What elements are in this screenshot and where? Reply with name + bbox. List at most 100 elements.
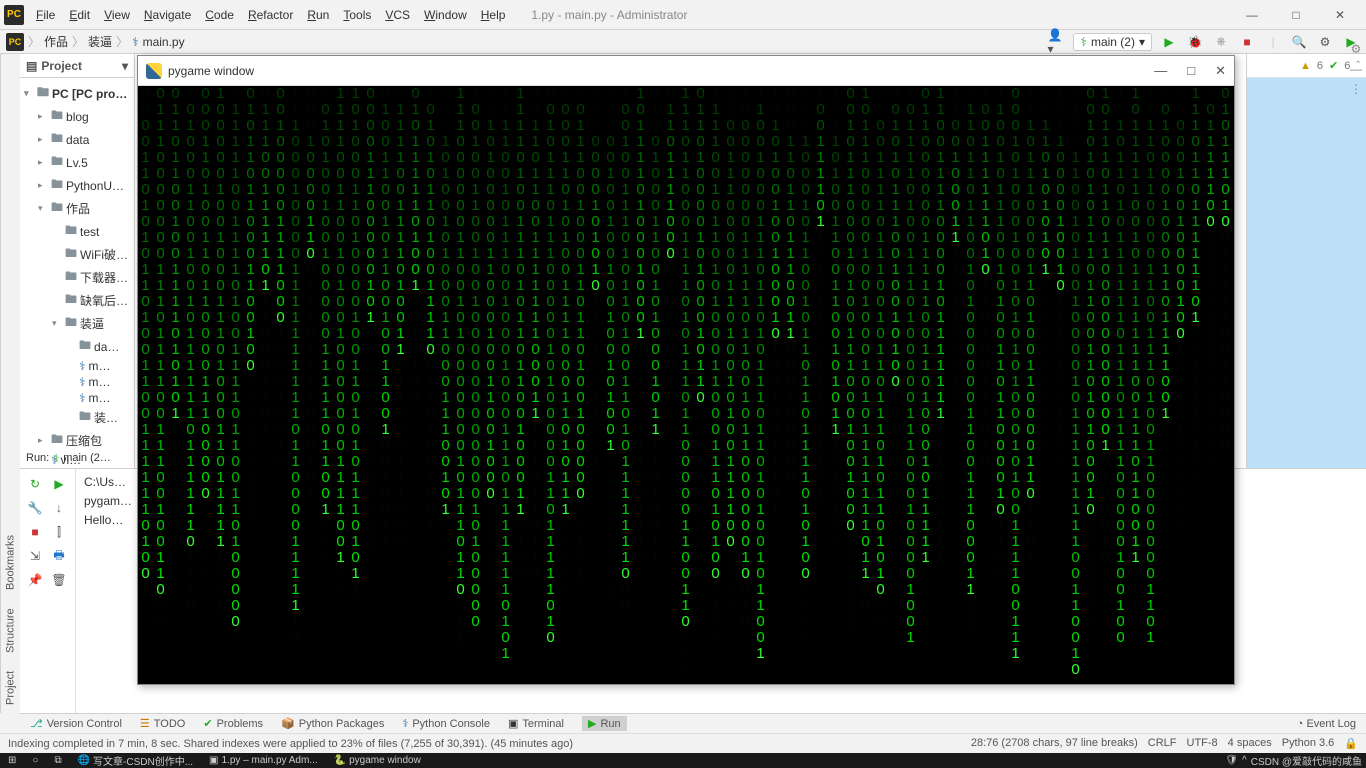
stop-icon[interactable]: ■: [24, 521, 46, 543]
project-title: Project: [41, 59, 82, 73]
taskbar-item[interactable]: 🌐写文章-CSDN创作中...: [74, 753, 197, 768]
tree-item[interactable]: 🖿test: [20, 220, 134, 243]
tree-item[interactable]: ▾🖿装逼: [20, 312, 134, 335]
caret-position[interactable]: 28:76 (2708 chars, 97 line breaks): [971, 737, 1138, 750]
play-icon[interactable]: ▶: [1160, 33, 1178, 51]
menu-edit[interactable]: Edit: [63, 6, 96, 24]
interpreter[interactable]: Python 3.6: [1282, 737, 1335, 750]
bottom-tab-python-packages[interactable]: 📦 Python Packages: [281, 717, 384, 730]
tree-item[interactable]: 🖿下载器…: [20, 266, 134, 289]
pg-maximize-button[interactable]: □: [1187, 63, 1195, 79]
menu-refactor[interactable]: Refactor: [242, 6, 299, 24]
menu-view[interactable]: View: [98, 6, 136, 24]
pygame-titlebar[interactable]: pygame window — □ ✕: [138, 56, 1234, 86]
layout-icon[interactable]: ⫿: [48, 521, 70, 543]
tree-item[interactable]: ⚕m…: [20, 390, 134, 406]
tree-item[interactable]: ⚕m…: [20, 374, 134, 390]
rerun-icon[interactable]: ↻: [24, 473, 46, 495]
chevron-down-icon[interactable]: ▾: [122, 59, 128, 73]
close-button[interactable]: ✕: [1318, 1, 1362, 29]
breadcrumb-item[interactable]: 作品: [44, 33, 68, 50]
trash-icon[interactable]: 🗑: [48, 569, 70, 591]
lock-icon[interactable]: 🔒: [1344, 737, 1358, 750]
line-separator[interactable]: CRLF: [1148, 737, 1177, 750]
bug-icon[interactable]: 🐞: [1186, 33, 1204, 51]
window-controls: — □ ✕: [1230, 1, 1362, 29]
run-config-selector[interactable]: ⚕ main (2) ▾: [1073, 33, 1152, 51]
window-title: 1.py - main.py - Administrator: [531, 8, 687, 22]
pin-icon[interactable]: 📌: [24, 569, 46, 591]
pg-minimize-button[interactable]: —: [1154, 63, 1167, 79]
tree-item[interactable]: ▸🖿Lv.5: [20, 151, 134, 174]
taskbar-item[interactable]: 🐍pygame window: [330, 755, 425, 766]
coverage-icon[interactable]: ⎈: [1212, 33, 1230, 51]
project-view-icon: ▤: [26, 59, 37, 73]
breadcrumb-item[interactable]: 装逼: [88, 33, 112, 50]
tab-project[interactable]: Project: [5, 671, 17, 705]
bottom-tab-problems[interactable]: ✔ Problems: [203, 717, 263, 730]
play-icon[interactable]: ▶: [48, 473, 70, 495]
tray-up-icon[interactable]: ^: [1242, 755, 1247, 766]
menu-navigate[interactable]: Navigate: [138, 6, 197, 24]
breadcrumb-file[interactable]: main.py: [143, 35, 185, 49]
wrench-icon[interactable]: 🔧: [24, 497, 46, 519]
more-icon[interactable]: ⋮: [1350, 82, 1362, 96]
encoding[interactable]: UTF-8: [1187, 737, 1218, 750]
tree-item[interactable]: ▾🖿PC [PC pro…: [20, 82, 134, 105]
tree-item[interactable]: 🖿缺氧后…: [20, 289, 134, 312]
tree-item[interactable]: 🖿WiFi破…: [20, 243, 134, 266]
tree-item[interactable]: ⚕m…: [20, 358, 134, 374]
pygame-window[interactable]: pygame window — □ ✕ 00001101010110100110…: [137, 55, 1235, 685]
bottom-tab-run[interactable]: ▶ Run: [582, 716, 627, 731]
taskbar-item[interactable]: ⧉: [50, 755, 65, 766]
pg-close-button[interactable]: ✕: [1215, 63, 1226, 79]
print-icon[interactable]: 🖶: [48, 545, 70, 567]
status-bar: Indexing completed in 7 min, 8 sec. Shar…: [0, 733, 1366, 753]
menu-help[interactable]: Help: [475, 6, 512, 24]
menu-code[interactable]: Code: [199, 6, 240, 24]
bottom-tab-terminal[interactable]: ▣ Terminal: [508, 717, 564, 730]
tray-shield-icon[interactable]: 🛡: [1225, 755, 1238, 766]
menu-tools[interactable]: Tools: [337, 6, 377, 24]
indent[interactable]: 4 spaces: [1228, 737, 1272, 750]
tab-bookmarks[interactable]: Bookmarks: [5, 535, 17, 590]
gear-icon[interactable]: ⚙: [1351, 42, 1362, 56]
python-icon: [146, 63, 162, 79]
minimize-button[interactable]: —: [1230, 1, 1274, 29]
check-icon[interactable]: ✔: [1329, 59, 1338, 72]
search-icon[interactable]: 🔍: [1290, 33, 1308, 51]
tree-item[interactable]: 🖿装…: [20, 406, 134, 429]
tree-item[interactable]: 🖿da…: [20, 335, 134, 358]
warning-icon[interactable]: ▲: [1300, 60, 1311, 72]
menu-window[interactable]: Window: [418, 6, 473, 24]
down-icon[interactable]: ↓: [48, 497, 70, 519]
user-icon[interactable]: 👤▾: [1047, 33, 1065, 51]
menu-vcs[interactable]: VCS: [379, 6, 416, 24]
menu-run[interactable]: Run: [301, 6, 335, 24]
python-file-icon: ⚕: [132, 35, 139, 49]
collapse-icon[interactable]: —: [1350, 62, 1362, 76]
run-config: main (2…: [63, 452, 111, 464]
maximize-button[interactable]: □: [1274, 1, 1318, 29]
export-icon[interactable]: ⇲: [24, 545, 46, 567]
tree-item[interactable]: ▸🖿blog: [20, 105, 134, 128]
nav-bar: PC 〉 作品 〉 装逼 〉 ⚕ main.py 👤▾ ⚕ main (2) ▾…: [0, 30, 1366, 54]
tree-item[interactable]: ▾🖿作品: [20, 197, 134, 220]
bottom-tab-todo[interactable]: ☰ TODO: [140, 717, 185, 730]
taskbar-item[interactable]: ○: [28, 755, 42, 766]
tree-item[interactable]: ▸🖿PythonU…: [20, 174, 134, 197]
taskbar-item[interactable]: ▣1.py – main.py Adm...: [205, 755, 322, 766]
event-log-button[interactable]: ◔ Event Log: [1297, 718, 1356, 730]
divider: |: [1264, 33, 1282, 51]
crumb-sep: 〉: [72, 33, 84, 50]
bottom-tab-python-console[interactable]: ⚕ Python Console: [402, 717, 490, 730]
tree-item[interactable]: ▸🖿data: [20, 128, 134, 151]
taskbar-item[interactable]: ⊞: [4, 755, 20, 766]
menu-file[interactable]: File: [30, 6, 61, 24]
warning-count: 6: [1317, 60, 1323, 72]
tab-structure[interactable]: Structure: [5, 608, 17, 653]
gear-icon[interactable]: ⚙: [1316, 33, 1334, 51]
bottom-tab-version-control[interactable]: ⎇ Version Control: [30, 717, 122, 730]
stop-icon[interactable]: ■: [1238, 33, 1256, 51]
left-tool-tabs: Project Structure Bookmarks: [0, 54, 20, 713]
